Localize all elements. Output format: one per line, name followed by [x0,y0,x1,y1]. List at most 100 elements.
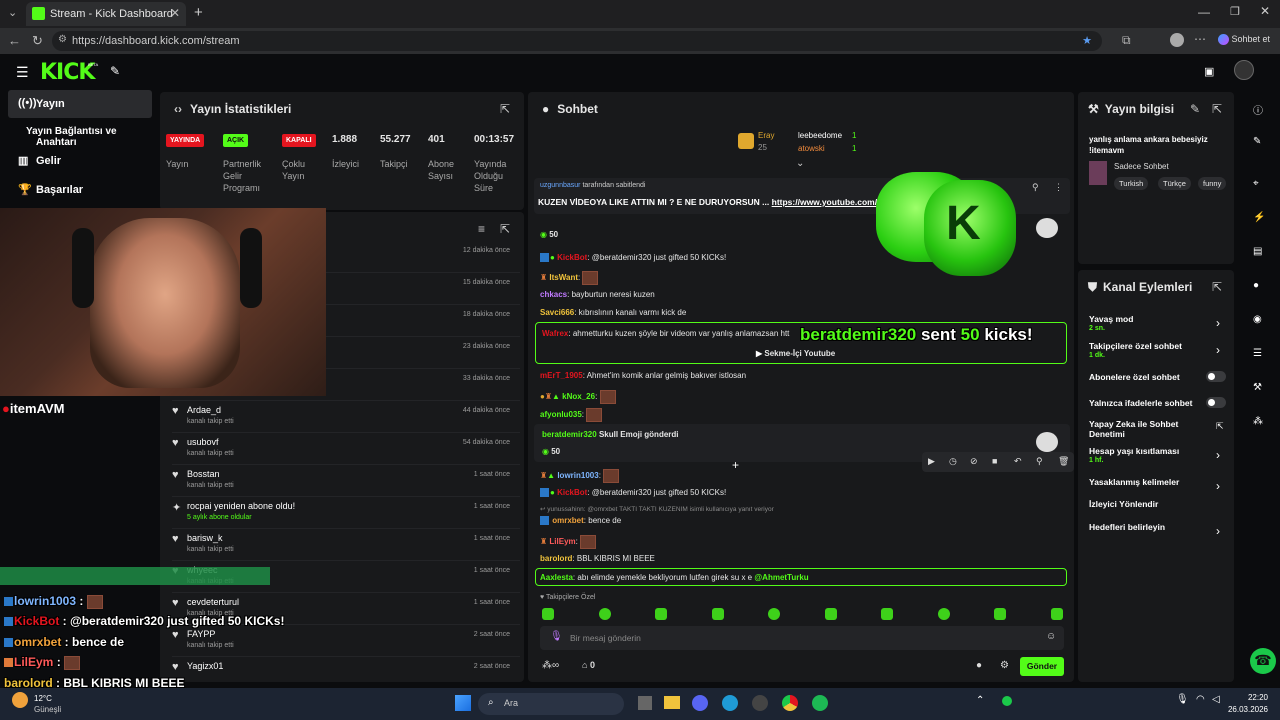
activity-name[interactable]: usubovf [187,437,219,447]
mention[interactable]: @AhmetTurku [754,573,808,582]
browser-tab[interactable]: Stream - Kick Dashboard ✕ [26,2,186,26]
quick-emote-icon[interactable] [542,608,554,620]
activity-name[interactable]: FAYPP [187,629,215,639]
reload-icon[interactable]: ↻ [32,33,43,49]
menu-icon[interactable]: ☰ [16,64,29,81]
tag[interactable]: Turkish [1114,177,1149,190]
activity-row[interactable]: ♥ usubovf kanalı takip etti 54 dakika önce [172,433,520,465]
chat-user[interactable]: ItsWant [549,273,578,282]
activity-row[interactable]: ♥ Ardae_d kanalı takip etti 44 dakika önce [172,401,520,433]
activity-row[interactable]: ♥ Bosstan kanalı takip etti 1 saat önce [172,465,520,497]
menu-panel-icon[interactable]: ☰ [1253,348,1262,359]
chat-icon[interactable]: ● [1253,280,1259,291]
favorite-star-icon[interactable]: ★ [1082,34,1092,47]
sidebar-item-stream-key[interactable]: Yayın Bağlantısı ve Anahtarı [8,118,152,148]
quick-emote-icon[interactable] [994,608,1006,620]
chat-user[interactable]: beratdemir320 [542,430,597,439]
back-icon[interactable]: ← [8,33,21,48]
volume-icon[interactable]: ◁ [1212,694,1220,705]
windows-start-icon[interactable] [455,695,471,711]
delete-icon[interactable]: ■ [992,456,997,466]
site-info-icon[interactable]: ⚙ [58,34,67,45]
chevron-right-icon[interactable]: › [1216,316,1220,330]
chat-bubble-icon[interactable]: ● [976,660,982,671]
channel-action-item[interactable]: Yasaklanmış kelimeler [1089,477,1199,487]
info-icon[interactable]: ⓘ [1253,102,1263,117]
leader-second[interactable]: leebeedome [798,131,842,140]
settings-icon[interactable]: ⚙ [1000,660,1009,671]
chevron-right-icon[interactable]: › [1216,343,1220,357]
minimize-icon[interactable]: — [1198,5,1210,19]
tag[interactable]: funny [1198,177,1227,190]
chat-user[interactable]: Aaxlesta [540,573,573,582]
quick-emote-icon[interactable] [768,608,780,620]
broadcast-icon[interactable]: ◉ [1253,314,1262,325]
activity-row[interactable]: ♥ FAYPP kanalı takip etti 2 saat önce [172,625,520,657]
new-tab-icon[interactable]: + [194,4,203,21]
chat-user[interactable]: Wafrex [542,329,568,338]
tray-app-icon[interactable] [1002,696,1012,706]
leader-third[interactable]: atowski [798,144,825,153]
more-icon[interactable]: ⋯ [1194,32,1206,46]
wrench-icon[interactable]: ⚒ [1253,382,1262,393]
quick-emote-icon[interactable] [937,608,950,620]
edit-icon[interactable]: ✎ [1190,102,1200,116]
leaderboard-expand-icon[interactable]: ⌄ [796,158,804,169]
leader-top-name[interactable]: Eray [758,131,774,140]
chat-user[interactable]: barolord [540,554,572,563]
video-icon[interactable]: ▣ [1204,65,1214,78]
activity-name[interactable]: Ardae_d [187,405,221,415]
filter-icon[interactable]: ≡ [478,222,485,236]
clock-time[interactable]: 22:20 [1230,693,1268,702]
tag[interactable]: Türkçe [1158,177,1191,190]
tray-chevron-icon[interactable]: ⌃ [976,695,984,706]
chat-user[interactable]: mErT_1905 [540,371,583,380]
channel-action-item[interactable]: Takipçilere özel sohbet 1 dk. [1089,341,1199,359]
edge-icon[interactable] [722,695,738,711]
sidebar-item-achievements[interactable]: 🏆 Başarılar [8,176,152,204]
undo-icon[interactable]: ↶ [1014,456,1022,467]
chat-user[interactable]: Savci666 [540,308,574,317]
lightning-icon[interactable]: ⚡ [1253,212,1265,223]
chat-user[interactable]: KickBot [557,253,587,262]
toggle-switch[interactable] [1206,397,1226,408]
sidebar-item-revenue[interactable]: ▥ Gelir [8,147,152,175]
activity-name[interactable]: rocpai yeniden abone oldu! [187,501,295,511]
activity-name[interactable]: Yagizx01 [187,661,223,671]
activity-name[interactable]: barisw_k [187,533,223,543]
emoji-picker-icon[interactable]: ☺ [1046,631,1056,642]
play-icon[interactable]: ▶ [928,456,935,467]
pen-icon[interactable]: ✎ [1253,136,1261,147]
list-icon[interactable]: ▤ [1253,246,1262,257]
weather-sun-icon[interactable] [12,692,28,708]
chat-user[interactable]: omrxbet [552,516,584,525]
chevron-right-icon[interactable]: › [1216,479,1220,493]
activity-row[interactable]: ♥ barisw_k kanalı takip etti 1 saat önce [172,529,520,561]
quick-emote-icon[interactable] [824,608,837,620]
channel-action-item[interactable]: Yalnızca ifadelerle sohbet [1089,398,1199,408]
popout-icon[interactable]: ⇱ [1212,102,1222,116]
kick-logo[interactable]: KICK [40,60,95,85]
chat-user[interactable]: kNox_26 [562,392,595,401]
user-avatar[interactable] [1234,60,1254,80]
close-window-icon[interactable]: ✕ [1260,4,1270,18]
support-button[interactable]: ☎ [1250,648,1276,674]
chrome-icon[interactable] [782,695,798,711]
chat-user[interactable]: LilEym [549,537,575,546]
profile-avatar[interactable] [1170,33,1184,47]
popout-icon[interactable]: ⇱ [1212,280,1222,294]
taskbar-search[interactable]: ⌕ Ara [478,693,624,715]
timeout-icon[interactable]: ◷ [949,456,957,467]
chat-user[interactable]: KickBot [557,488,587,497]
external-link-icon[interactable]: ⇱ [1216,421,1224,432]
infinity-icon[interactable]: ⁂∞ [542,660,559,671]
sidebar-item-stream[interactable]: ((•)) Yayın [8,90,152,118]
quick-emote-icon[interactable] [1050,608,1063,620]
chat-input[interactable]: 🎙 Bir mesaj gönderin ☺ [540,626,1064,650]
channel-action-item[interactable]: Yavaş mod 2 sn. [1089,314,1199,332]
chat-user[interactable]: afyonlu035 [540,410,582,419]
tab-list-icon[interactable]: ⌄ [8,6,17,19]
pinned-link[interactable]: https://www.youtube.com/ [772,197,877,207]
mic-tray-icon[interactable]: 🎙 [1176,694,1189,705]
wifi-icon[interactable]: ◠ [1196,694,1205,705]
